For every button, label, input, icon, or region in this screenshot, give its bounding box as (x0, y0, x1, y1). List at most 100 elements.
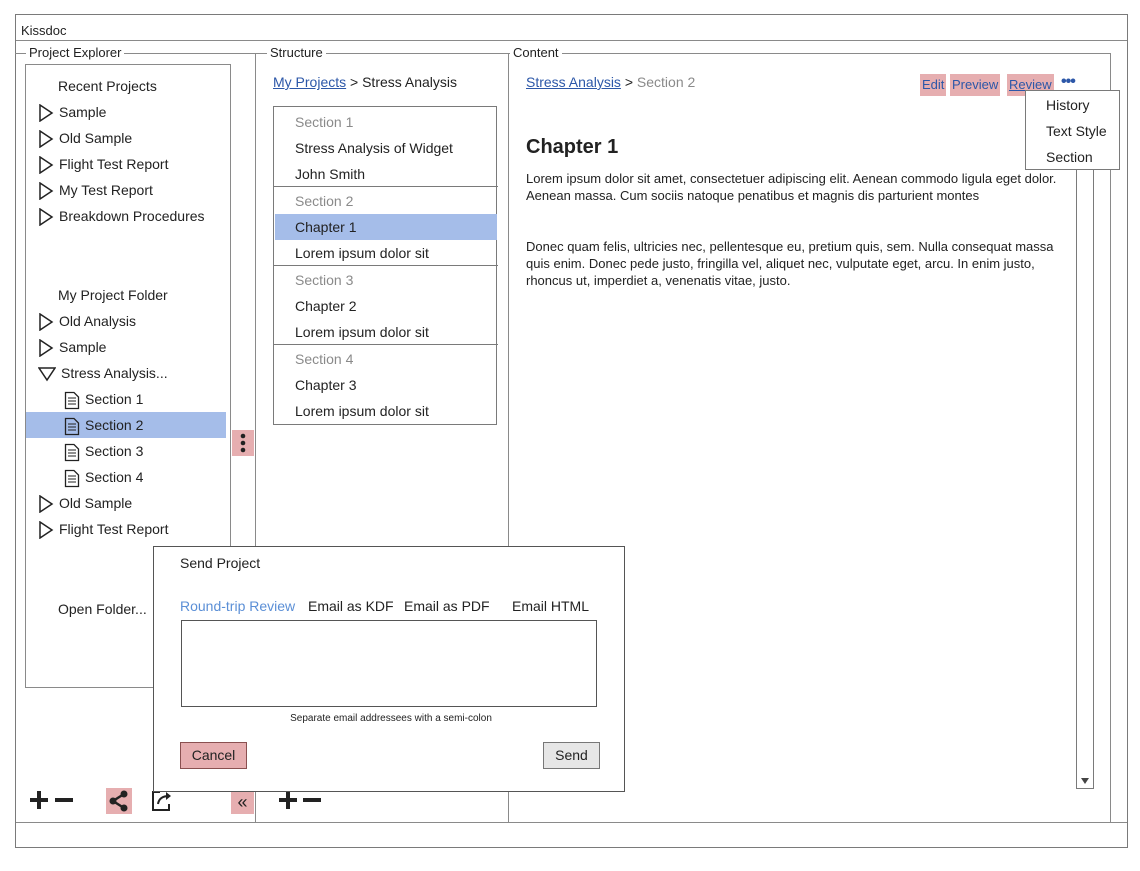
edit-button[interactable]: Edit (920, 74, 947, 96)
tab-email-html[interactable]: Email HTML (512, 598, 589, 614)
more-options-menu: History Text Style Section (1025, 90, 1120, 170)
tab-round-trip-review[interactable]: Round-trip Review (180, 598, 295, 614)
content-scrollbar[interactable] (1076, 160, 1094, 789)
outline-item[interactable]: Lorem ipsum dolor sit (275, 240, 497, 266)
chapter-heading: Chapter 1 (526, 136, 619, 158)
breadcrumb-separator: > (350, 74, 359, 90)
breadcrumb-stress-analysis-link[interactable]: Stress Analysis (526, 74, 621, 90)
share-icon (109, 790, 128, 812)
expand-triangle-icon (39, 156, 54, 175)
recent-project-item[interactable]: Old Sample (38, 125, 132, 151)
minus-icon (55, 798, 73, 802)
outline-section-header[interactable]: Section 1 (275, 109, 497, 135)
expand-triangle-icon (39, 130, 54, 149)
menu-item-text-style[interactable]: Text Style (1046, 123, 1107, 139)
tree-item-sample[interactable]: Sample (38, 334, 106, 360)
document-icon (64, 391, 80, 409)
tree-item-label: Section 2 (85, 417, 144, 433)
outline-section-header[interactable]: Section 2 (275, 188, 497, 214)
tree-item-section-3[interactable]: Section 3 (26, 438, 226, 464)
recent-project-label: Breakdown Procedures (59, 208, 205, 224)
expand-triangle-icon (39, 182, 54, 201)
remove-project-button[interactable] (52, 787, 76, 813)
panel-splitter-handle[interactable] (232, 430, 254, 456)
breadcrumb-current: Stress Analysis (362, 74, 458, 90)
email-recipients-field[interactable] (181, 620, 597, 707)
content-legend: Content (510, 46, 562, 60)
vertical-dots-icon (240, 433, 246, 453)
tree-item-label: Flight Test Report (59, 521, 169, 537)
outline-divider (274, 344, 498, 345)
tree-item-stress-analysis[interactable]: Stress Analysis... (38, 360, 168, 386)
project-folder-heading: My Project Folder (58, 287, 168, 303)
recent-project-label: Old Sample (59, 130, 133, 146)
outline-item[interactable]: Lorem ipsum dolor sit (275, 319, 497, 345)
cancel-button[interactable]: Cancel (180, 742, 247, 769)
expand-triangle-icon (39, 313, 54, 332)
recent-project-item[interactable]: Sample (38, 99, 106, 125)
double-chevron-left-icon: « (237, 792, 248, 812)
expand-triangle-icon (39, 495, 54, 514)
dialog-title: Send Project (180, 555, 261, 571)
tab-email-as-kdf[interactable]: Email as KDF (308, 598, 394, 614)
tab-email-as-pdf[interactable]: Email as PDF (404, 598, 490, 614)
outline-divider (274, 186, 498, 187)
tree-item-old-sample[interactable]: Old Sample (38, 490, 132, 516)
structure-breadcrumb: My Projects > Stress Analysis (273, 74, 457, 90)
tree-item-section-2[interactable]: Section 2 (26, 412, 226, 438)
email-hint: Separate email addressees with a semi-co… (290, 713, 492, 724)
tree-item-old-analysis[interactable]: Old Analysis (38, 308, 136, 334)
content-breadcrumb: Stress Analysis > Section 2 (526, 74, 695, 90)
menu-item-section[interactable]: Section (1046, 149, 1093, 165)
tree-item-label: Section 3 (85, 443, 144, 459)
recent-projects-heading: Recent Projects (58, 78, 157, 94)
outline-item[interactable]: Chapter 2 (275, 293, 497, 319)
send-button[interactable]: Send (543, 742, 600, 769)
document-icon (64, 417, 80, 435)
outline-item[interactable]: John Smith (275, 161, 497, 187)
project-explorer-legend: Project Explorer (26, 46, 125, 60)
breadcrumb-my-projects-link[interactable]: My Projects (273, 74, 346, 90)
outline-item[interactable]: Chapter 3 (275, 372, 497, 398)
recent-project-item[interactable]: Breakdown Procedures (38, 203, 205, 229)
tree-item-label: Stress Analysis... (61, 365, 168, 381)
app-title: Kissdoc (21, 23, 67, 38)
scroll-down-arrow-icon[interactable] (1080, 777, 1090, 785)
recent-project-item[interactable]: My Test Report (38, 177, 153, 203)
outline-item[interactable]: Stress Analysis of Widget (275, 135, 497, 161)
structure-outline: Section 1 Stress Analysis of Widget John… (273, 106, 498, 425)
outline-section-header[interactable]: Section 4 (275, 346, 497, 372)
expand-triangle-icon (39, 521, 54, 540)
breadcrumb-separator: > (624, 74, 634, 90)
recent-project-label: Flight Test Report (59, 156, 169, 172)
menu-item-history[interactable]: History (1046, 97, 1090, 113)
share-button[interactable] (106, 788, 132, 814)
tree-item-label: Old Sample (59, 495, 133, 511)
content-paragraph-1: Lorem ipsum dolor sit amet, consectetuer… (526, 171, 1057, 203)
open-folder-link[interactable]: Open Folder... (58, 601, 147, 617)
expand-triangle-icon (39, 208, 54, 227)
collapse-panel-button[interactable]: « (231, 790, 254, 814)
document-icon (64, 469, 80, 487)
tree-item-label: Section 4 (85, 469, 144, 485)
outline-item[interactable]: Lorem ipsum dolor sit (275, 398, 497, 424)
more-options-button[interactable]: ••• (1061, 73, 1076, 91)
tree-item-section-1[interactable]: Section 1 (26, 386, 226, 412)
outline-divider (274, 265, 498, 266)
outline-item-selected[interactable]: Chapter 1 (275, 214, 497, 240)
recent-project-label: My Test Report (59, 182, 153, 198)
tree-item-label: Sample (59, 339, 107, 355)
expand-triangle-icon (39, 339, 54, 358)
recent-project-label: Sample (59, 104, 107, 120)
expand-triangle-icon (39, 104, 54, 123)
recent-project-item[interactable]: Flight Test Report (38, 151, 168, 177)
tree-item-section-4[interactable]: Section 4 (26, 464, 226, 490)
collapse-triangle-icon (38, 367, 56, 382)
breadcrumb-current: Section 2 (636, 74, 696, 90)
outline-section-header[interactable]: Section 3 (275, 267, 497, 293)
tree-item-label: Old Analysis (59, 313, 137, 329)
tree-item-flight-test-report[interactable]: Flight Test Report (38, 516, 168, 542)
preview-button[interactable]: Preview (950, 74, 1001, 96)
add-project-button[interactable] (27, 787, 51, 813)
plus-icon (30, 791, 48, 809)
